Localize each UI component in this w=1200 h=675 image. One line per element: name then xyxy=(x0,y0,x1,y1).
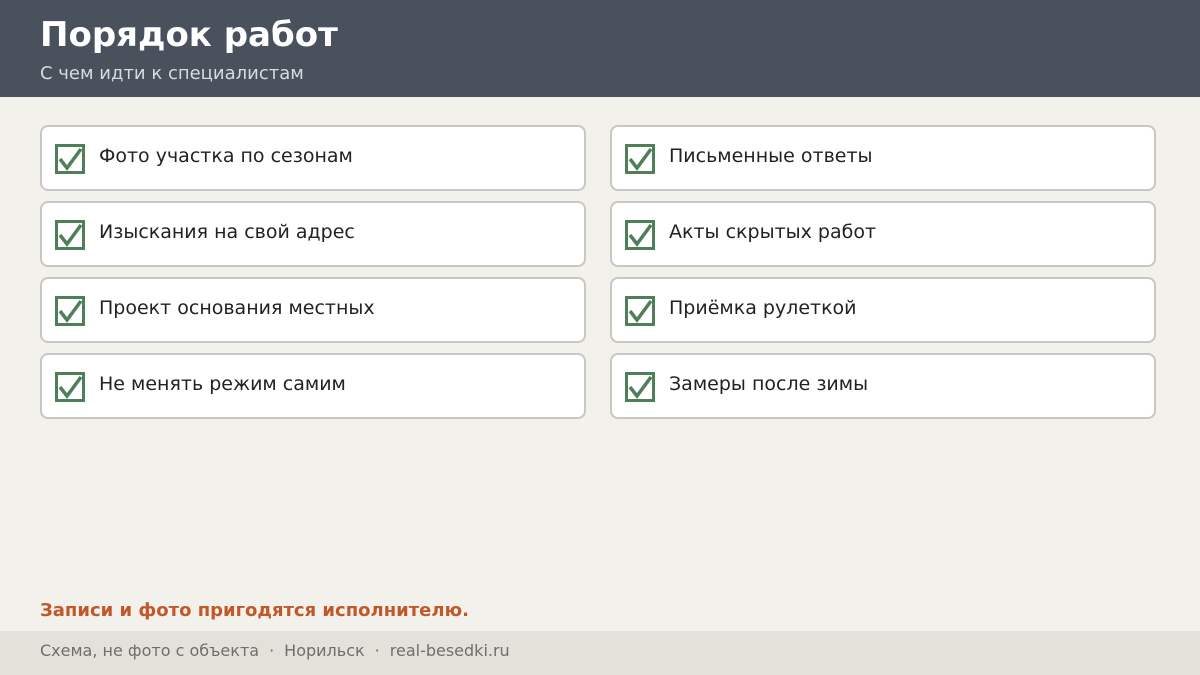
checklist-item: Фото участка по сезонам xyxy=(40,125,586,191)
checkbox-checked-icon xyxy=(55,372,85,402)
footer-text: Схема, не фото с объекта · Норильск · real-b… xyxy=(40,641,510,660)
footer-city: Норильск xyxy=(284,641,365,660)
checklist-item-label: Не менять режим самим xyxy=(99,373,346,395)
checklist-item-label: Замеры после зимы xyxy=(669,373,869,395)
checklist-item: Проект основания местных xyxy=(40,277,586,343)
checkbox-checked-icon xyxy=(55,296,85,326)
footer: Схема, не фото с объекта · Норильск · real-b… xyxy=(0,631,1200,675)
footer-caption: Схема, не фото с объекта xyxy=(40,641,260,660)
checklist-grid: Фото участка по сезонам Письменные ответ… xyxy=(40,125,1156,419)
footer-separator: · xyxy=(374,641,380,660)
checklist-item: Замеры после зимы xyxy=(610,353,1156,419)
footnote-highlight: Записи и фото пригодятся исполнителю. xyxy=(40,600,469,621)
checklist-item-label: Акты скрытых работ xyxy=(669,221,877,243)
checklist-item: Письменные ответы xyxy=(610,125,1156,191)
page-title: Порядок работ xyxy=(40,15,338,55)
checklist-item: Акты скрытых работ xyxy=(610,201,1156,267)
checkbox-checked-icon xyxy=(625,220,655,250)
checklist-item: Не менять режим самим xyxy=(40,353,586,419)
checklist-item: Изыскания на свой адрес xyxy=(40,201,586,267)
footer-separator: · xyxy=(269,641,275,660)
checkbox-checked-icon xyxy=(55,144,85,174)
checkbox-checked-icon xyxy=(625,296,655,326)
checkbox-checked-icon xyxy=(55,220,85,250)
checklist-item-label: Фото участка по сезонам xyxy=(99,145,353,167)
checkbox-checked-icon xyxy=(625,144,655,174)
checkbox-checked-icon xyxy=(625,372,655,402)
checklist-item-label: Изыскания на свой адрес xyxy=(99,221,355,243)
header: Порядок работ С чем идти к специалистам xyxy=(0,0,1200,97)
checklist-item: Приёмка рулеткой xyxy=(610,277,1156,343)
footer-site: real-besedki.ru xyxy=(389,641,510,660)
checklist-item-label: Письменные ответы xyxy=(669,145,873,167)
checklist-item-label: Приёмка рулеткой xyxy=(669,297,857,319)
checklist-item-label: Проект основания местных xyxy=(99,297,375,319)
page-subtitle: С чем идти к специалистам xyxy=(40,63,304,84)
